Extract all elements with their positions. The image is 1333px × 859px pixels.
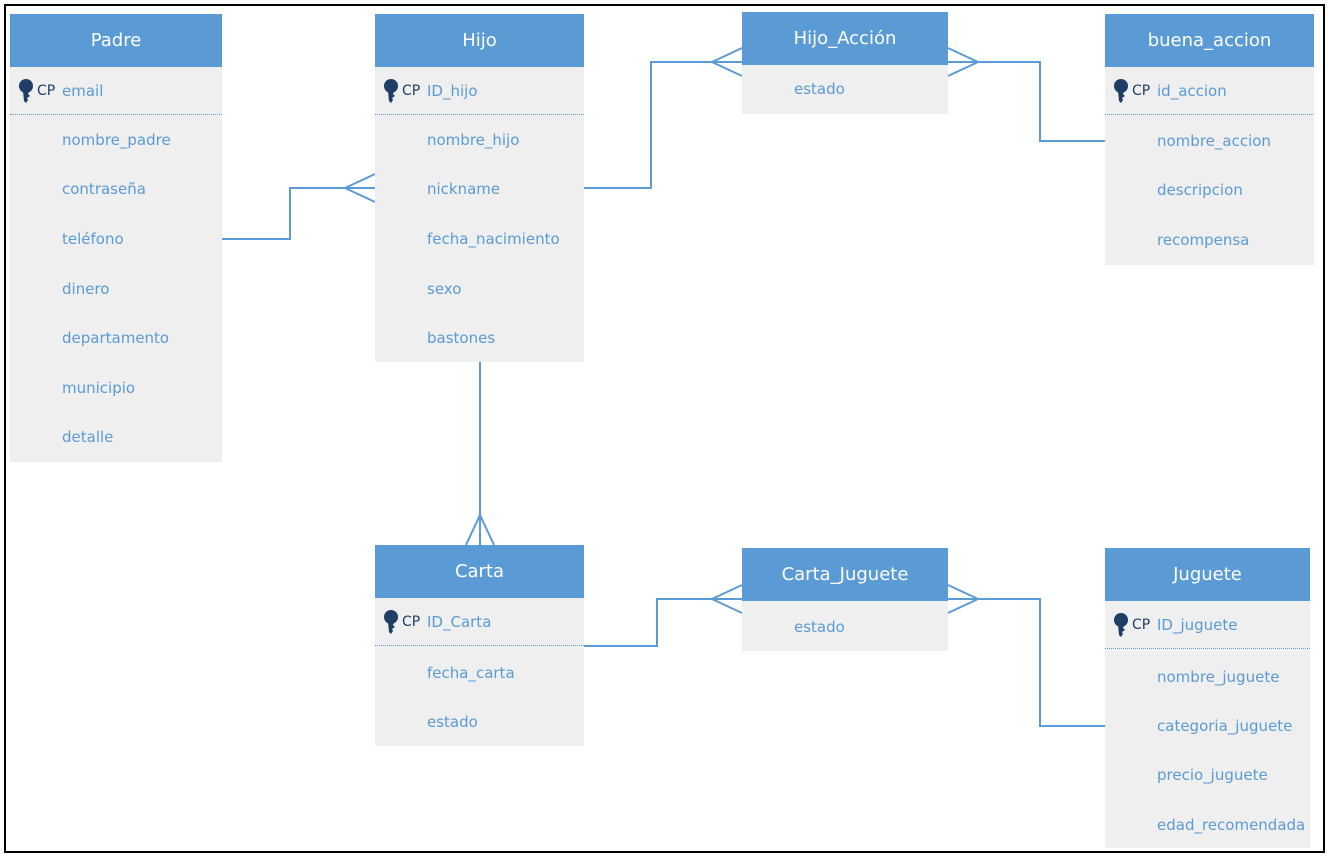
key-icon — [1114, 78, 1128, 103]
entity-title: Carta_Juguete — [742, 548, 948, 601]
key-icon — [384, 609, 398, 634]
field-name: teléfono — [62, 230, 124, 248]
key-icon — [384, 78, 398, 103]
field-row: fecha_carta — [375, 659, 584, 687]
pk-label: CP — [402, 82, 421, 99]
field-name: descripcion — [1157, 181, 1243, 199]
entity-title: Hijo — [375, 14, 584, 67]
field-row: precio_juguete — [1105, 761, 1310, 789]
field-row: categoria_juguete — [1105, 712, 1310, 740]
link-hijo-hijoaccion — [584, 61, 742, 189]
pk-row: CP ID_Carta — [375, 598, 584, 646]
field-id-juguete: ID_juguete — [1157, 615, 1238, 634]
field-name: sexo — [427, 280, 462, 298]
pk-row: CP ID_hijo — [375, 67, 584, 115]
field-row: nickname — [375, 175, 584, 203]
entity-title: Carta — [375, 545, 584, 598]
pk-row: CP email — [10, 67, 222, 115]
field-row: teléfono — [10, 225, 222, 253]
field-name: municipio — [62, 379, 136, 397]
entity-hijo-accion[interactable]: Hijo_Acción estado — [742, 12, 948, 114]
link-hijoaccion-buenaaccion — [948, 61, 1105, 142]
field-name: bastones — [427, 329, 496, 347]
pk-row: CP id_accion — [1105, 67, 1314, 115]
field-row: estado — [742, 75, 948, 103]
field-row: detalle — [10, 423, 222, 451]
field-row: descripcion — [1105, 176, 1314, 204]
field-row: nombre_accion — [1105, 127, 1314, 155]
key-icon — [19, 78, 33, 103]
field-name: edad_recomendada — [1157, 816, 1306, 834]
field-name: fecha_nacimiento — [427, 230, 560, 248]
field-name: estado — [794, 80, 845, 98]
field-name: fecha_carta — [427, 664, 515, 682]
pk-label: CP — [1132, 82, 1151, 99]
field-id-hijo: ID_hijo — [427, 81, 478, 100]
field-row: estado — [742, 613, 948, 641]
entity-carta[interactable]: Carta CP ID_Carta fecha_carta estado — [375, 545, 584, 746]
entity-title: Padre — [10, 14, 222, 67]
field-row: sexo — [375, 275, 584, 303]
crowfoot-hijo-padre — [342, 173, 376, 203]
entity-title: Hijo_Acción — [742, 12, 948, 65]
field-row: bastones — [375, 324, 584, 352]
pk-label: CP — [37, 82, 56, 99]
field-id-carta: ID_Carta — [427, 612, 492, 631]
field-name: precio_juguete — [1157, 766, 1268, 784]
field-row: recompensa — [1105, 226, 1314, 254]
link-cartajuguete-juguete — [948, 598, 1105, 727]
field-row: fecha_nacimiento — [375, 225, 584, 253]
pk-row: CP ID_juguete — [1105, 601, 1310, 649]
field-row: estado — [375, 708, 584, 736]
field-name: contraseña — [62, 180, 146, 198]
entity-title: buena_accion — [1105, 14, 1314, 67]
field-name: nombre_padre — [62, 131, 171, 149]
field-name: nombre_juguete — [1157, 668, 1280, 686]
field-name: recompensa — [1157, 231, 1250, 249]
key-icon — [1114, 612, 1128, 637]
field-name: estado — [427, 713, 478, 731]
field-name: detalle — [62, 428, 114, 446]
field-row: nombre_padre — [10, 126, 222, 154]
pk-label: CP — [1132, 616, 1151, 633]
link-padre-hijo — [222, 187, 375, 240]
field-name: nombre_hijo — [427, 131, 520, 149]
field-id-accion: id_accion — [1157, 81, 1227, 100]
field-row: municipio — [10, 374, 222, 402]
field-name: categoria_juguete — [1157, 717, 1293, 735]
field-row: dinero — [10, 275, 222, 303]
field-name: nickname — [427, 180, 501, 198]
entity-buena-accion[interactable]: buena_accion CP id_accion nombre_accion … — [1105, 14, 1314, 265]
field-row: departamento — [10, 324, 222, 352]
entity-juguete[interactable]: Juguete CP ID_juguete nombre_juguete cat… — [1105, 548, 1310, 848]
pk-label: CP — [402, 613, 421, 630]
link-carta-cartajuguete — [584, 598, 742, 647]
entity-padre[interactable]: Padre CP email nombre_padre contraseña t… — [10, 14, 222, 462]
field-row: nombre_juguete — [1105, 663, 1310, 691]
field-name: nombre_accion — [1157, 132, 1271, 150]
field-row: contraseña — [10, 175, 222, 203]
field-row: nombre_hijo — [375, 126, 584, 154]
entity-title: Juguete — [1105, 548, 1310, 601]
field-name: estado — [794, 618, 845, 636]
field-row: edad_recomendada — [1105, 811, 1310, 839]
field-name: departamento — [62, 329, 170, 347]
entity-carta-juguete[interactable]: Carta_Juguete estado — [742, 548, 948, 651]
field-email: email — [62, 81, 104, 100]
field-name: dinero — [62, 280, 110, 298]
entity-hijo[interactable]: Hijo CP ID_hijo nombre_hijo nickname fec… — [375, 14, 584, 362]
